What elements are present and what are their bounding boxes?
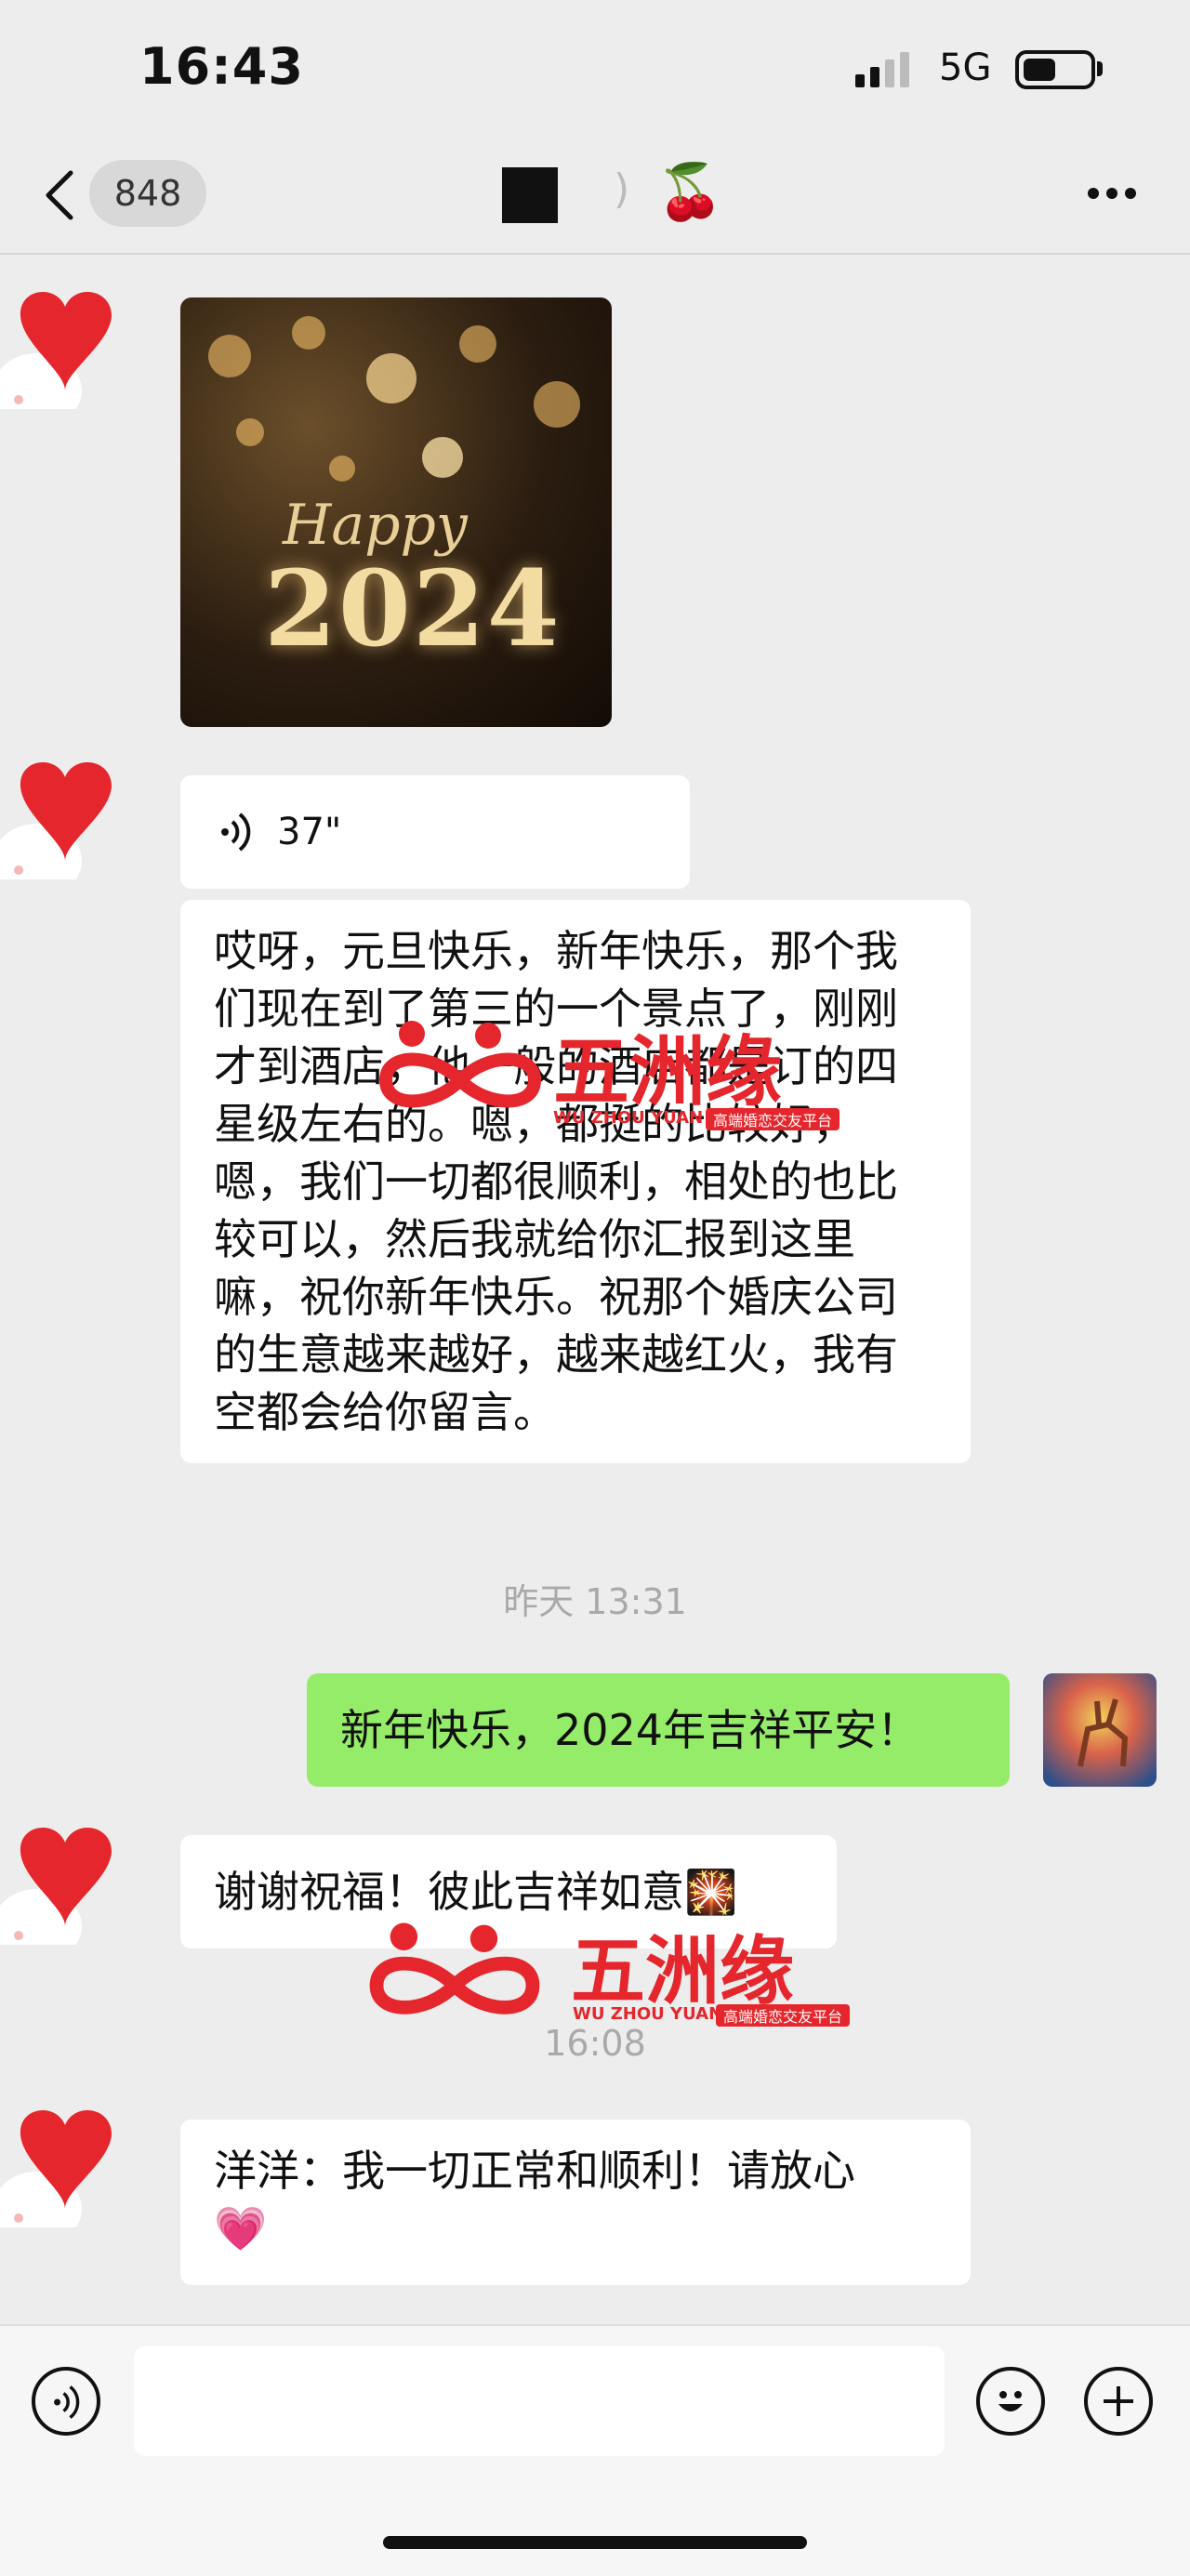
timestamp: 昨天 13:31 (503, 1581, 687, 1622)
watermark-latin: WU ZHOU YUAN (553, 1108, 704, 1128)
timestamp: 16:08 (544, 2023, 646, 2064)
watermark-latin: WU ZHOU YUAN (573, 2004, 723, 2024)
network-type: 5G (939, 46, 992, 89)
watermark-infinity-icon (369, 1922, 540, 2015)
contact-avatar-heart-icon[interactable] (0, 1815, 130, 1945)
chevron-left-icon[interactable] (37, 167, 84, 223)
pink-heart-emoji: 💗 (214, 2203, 268, 2253)
watermark-brand: 五洲缘 (571, 1928, 794, 2015)
message-bubble-long[interactable]: 哎呀，元旦快乐，新年快乐，那个我们现在到了第三的一个景点了，刚刚才到酒店，他一般… (180, 900, 971, 1463)
unread-count-badge[interactable]: 848 (89, 160, 206, 227)
watermark-tag: 高端婚恋交友平台 (706, 1108, 840, 1130)
voice-message[interactable]: 37" (180, 775, 690, 889)
emoji-button[interactable] (976, 2367, 1045, 2436)
watermark-logo: 五洲缘 WU ZHOU YUAN 高端婚恋交友平台 (367, 1015, 851, 1145)
battery-icon (1015, 50, 1095, 89)
message-input[interactable] (134, 2346, 945, 2456)
image-message[interactable]: Happy 2024 (180, 297, 612, 727)
watermark-infinity-icon (378, 1021, 542, 1108)
message-text: 谢谢祝福！彼此吉祥如意 (214, 1867, 684, 1917)
plus-button[interactable] (1084, 2367, 1153, 2436)
voice-duration: 37" (277, 811, 342, 853)
watermark-brand: 五洲缘 (553, 1028, 783, 1116)
battery-tip (1097, 61, 1103, 76)
photo-text-year: 2024 (264, 548, 562, 670)
my-avatar[interactable] (1043, 1673, 1157, 1787)
smiley-icon (998, 2391, 1023, 2411)
cherry-emoji: 🍒 (656, 160, 724, 223)
watermark-logo: 五洲缘 WU ZHOU YUAN 高端婚恋交友平台 (357, 1915, 859, 2027)
nav-divider (0, 253, 1190, 255)
message-text: 新年快乐，2024年吉祥平安！ (340, 1705, 920, 1755)
contact-avatar-heart-icon[interactable] (0, 279, 130, 409)
message-bubble-last[interactable]: 洋洋：我一切正常和顺利！请放心 💗 (180, 2120, 971, 2285)
voice-wave-icon (54, 2385, 80, 2419)
signal-icon (855, 52, 909, 87)
chat-title-text: ) (614, 165, 630, 213)
voice-wave-icon (221, 812, 251, 852)
plus-icon (1104, 2386, 1133, 2416)
fireworks-emoji: 🎇 (684, 1867, 738, 1917)
home-indicator (383, 2536, 807, 2549)
contact-avatar-heart-icon[interactable] (0, 2097, 130, 2227)
status-time: 16:43 (139, 37, 304, 96)
sent-message-bubble[interactable]: 新年快乐，2024年吉祥平安！ (307, 1673, 1010, 1787)
more-dots-icon[interactable] (1078, 173, 1144, 210)
contact-avatar-heart-icon[interactable] (0, 749, 130, 879)
message-text: 洋洋：我一切正常和顺利！请放心 (214, 2146, 855, 2196)
message-text: 哎呀，元旦快乐，新年快乐，那个我们现在到了第三的一个景点了，刚刚才到酒店，他一般… (214, 926, 898, 1437)
chat-title-redacted (502, 167, 558, 223)
voice-input-button[interactable] (32, 2367, 100, 2436)
